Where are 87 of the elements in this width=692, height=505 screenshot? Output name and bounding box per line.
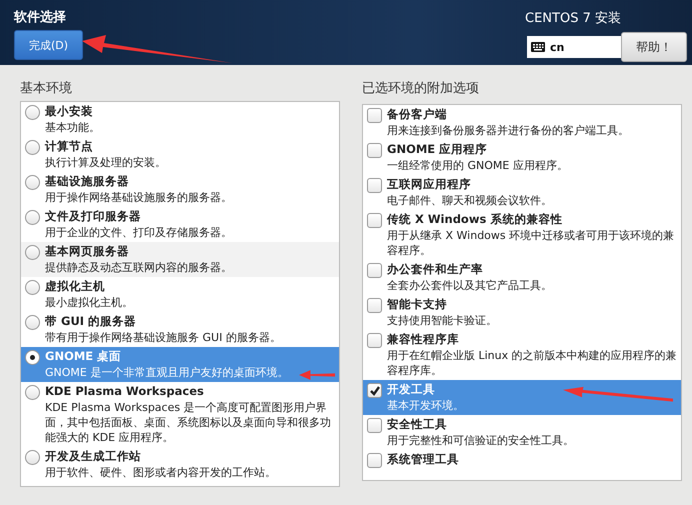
environment-option[interactable]: 开发及生成工作站 用于软件、硬件、图形或者内容开发的工作站。 [21,447,339,482]
checkbox[interactable] [367,178,382,193]
environment-option[interactable]: 文件及打印服务器 用于企业的文件、打印及存储服务器。 [21,207,339,242]
option-name: 计算节点 [45,139,93,154]
option-name: 开发工具 [387,382,435,397]
environment-option[interactable]: 虚拟化主机 最小虚拟化主机。 [21,277,339,312]
checkbox[interactable] [367,298,382,313]
addon-option[interactable]: 智能卡支持 支持使用智能卡验证。 [363,295,681,330]
environment-option[interactable]: 基础设施服务器 用于操作网络基础设施服务的服务器。 [21,172,339,207]
help-button[interactable]: 帮助！ [621,32,687,62]
option-description: 用于在红帽企业版 Linux 的之前版本中构建的应用程序的兼容程序库。 [387,348,677,378]
checkbox[interactable] [367,333,382,348]
radio-button[interactable] [25,175,40,190]
addon-option[interactable]: GNOME 应用程序 一组经常使用的 GNOME 应用程序。 [363,140,681,175]
option-name: 开发及生成工作站 [45,449,141,464]
environment-option[interactable]: KDE Plasma Workspaces KDE Plasma Workspaces 是一个高度可配置图形用户界面，其中包括面板、桌面、系统图标以及桌面向导和很多功能强大的 KDE 应用程序。 [21,382,339,447]
addon-option[interactable]: 办公套件和生产率 全套办公套件以及其它产品工具。 [363,260,681,295]
option-description: 用于软件、硬件、图形或者内容开发的工作站。 [45,465,276,480]
option-name: KDE Plasma Workspaces [45,384,204,399]
option-name: 最小安装 [45,104,93,119]
option-description: 用于从继承 X Windows 环境中迁移或者可用于该环境的兼容程序。 [387,228,676,258]
environment-option[interactable]: 基本网页服务器 提供静态及动态互联网内容的服务器。 [21,242,339,277]
option-name: 基础设施服务器 [45,174,129,189]
addon-option[interactable]: 系统管理工具 [363,450,681,470]
option-description: 提供静态及动态互联网内容的服务器。 [45,260,232,275]
option-description: 最小虚拟化主机。 [45,295,133,310]
option-description: 用于完整性和可信验证的安全性工具。 [387,433,574,448]
addon-option[interactable]: 备份客户端 用来连接到备份服务器并进行备份的客户端工具。 [363,105,681,140]
done-button[interactable]: 完成(D) [14,30,83,60]
checkbox[interactable] [367,108,382,123]
radio-button[interactable] [25,315,40,330]
keyboard-layout-text: cn [550,40,564,54]
option-name: GNOME 桌面 [45,349,122,364]
option-name: GNOME 应用程序 [387,142,488,157]
option-description: 用于操作网络基础设施服务的服务器。 [45,190,232,205]
option-description: 支持使用智能卡验证。 [387,313,497,328]
option-description: KDE Plasma Workspaces 是一个高度可配置图形用户界面，其中包括面板、桌面、系统图标以及桌面向导和很多功能强大的 KDE 应用程序。 [45,400,332,445]
option-name: 虚拟化主机 [45,279,105,294]
environment-option[interactable]: 带 GUI 的服务器 带有用于操作网络基础设施服务 GUI 的服务器。 [21,312,339,347]
product-title: CENTOS 7 安装 [525,10,622,27]
option-description: 用于企业的文件、打印及存储服务器。 [45,225,232,240]
checkbox[interactable] [367,383,382,398]
checkbox[interactable] [367,263,382,278]
option-name: 兼容性程序库 [387,332,459,347]
option-description: 全套办公套件以及其它产品工具。 [387,278,552,293]
radio-button[interactable] [25,245,40,260]
option-name: 带 GUI 的服务器 [45,314,136,329]
keyboard-layout-field[interactable]: cn [527,36,621,58]
option-description: 用来连接到备份服务器并进行备份的客户端工具。 [387,123,629,138]
option-name: 互联网应用程序 [387,177,471,192]
radio-button[interactable] [25,450,40,465]
option-name: 传统 X Windows 系统的兼容性 [387,212,562,227]
keyboard-icon [531,42,545,52]
option-name: 文件及打印服务器 [45,209,141,224]
environment-option[interactable]: 计算节点 执行计算及处理的安装。 [21,137,339,172]
addon-option[interactable]: 兼容性程序库 用于在红帽企业版 Linux 的之前版本中构建的应用程序的兼容程序库。 [363,330,681,380]
checkbox[interactable] [367,418,382,433]
option-description: GNOME 是一个非常直观且用户友好的桌面环境。 [45,365,288,380]
option-name: 办公套件和生产率 [387,262,483,277]
addon-option[interactable]: 传统 X Windows 系统的兼容性 用于从继承 X Windows 环境中迁移或者可用于该环境的兼容程序。 [363,210,681,260]
option-name: 基本网页服务器 [45,244,129,259]
radio-button[interactable] [25,350,40,365]
option-name: 安全性工具 [387,417,447,432]
checkbox[interactable] [367,213,382,228]
radio-button[interactable] [25,280,40,295]
addon-option[interactable]: 互联网应用程序 电子邮件、聊天和视频会议软件。 [363,175,681,210]
option-description: 一组经常使用的 GNOME 应用程序。 [387,158,568,173]
section-heading: 已选环境的附加选项 [362,80,480,97]
option-description: 执行计算及处理的安装。 [45,155,166,170]
radio-button[interactable] [25,385,40,400]
addon-option[interactable]: 安全性工具 用于完整性和可信验证的安全性工具。 [363,415,681,450]
option-name: 智能卡支持 [387,297,447,312]
option-description: 电子邮件、聊天和视频会议软件。 [387,193,552,208]
radio-button[interactable] [25,105,40,120]
option-name: 系统管理工具 [387,452,459,467]
option-description: 基本开发环境。 [387,398,464,413]
page-title: 软件选择 [14,9,67,26]
option-name: 备份客户端 [387,107,447,122]
section-heading: 基本环境 [20,80,73,97]
checkbox[interactable] [367,453,382,468]
option-description: 基本功能。 [45,120,100,135]
radio-button[interactable] [25,140,40,155]
annotation-arrow [299,367,335,383]
environment-option[interactable]: 最小安装 基本功能。 [21,102,339,137]
checkbox[interactable] [367,143,382,158]
option-description: 带有用于操作网络基础设施服务 GUI 的服务器。 [45,330,281,345]
radio-button[interactable] [25,210,40,225]
